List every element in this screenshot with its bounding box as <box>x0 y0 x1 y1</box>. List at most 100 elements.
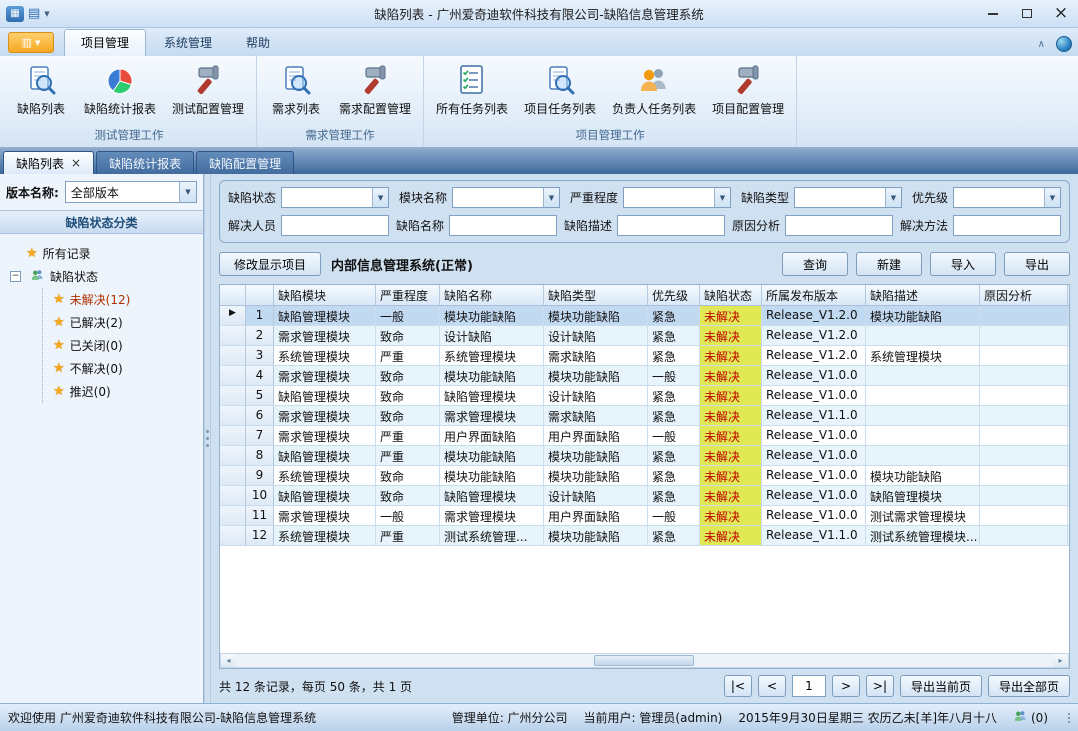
grid-cell[interactable] <box>980 406 1068 426</box>
grid-cell[interactable] <box>1068 406 1069 426</box>
grid-cell[interactable]: 需求管理模块 <box>274 406 376 426</box>
filter-input[interactable] <box>617 215 725 236</box>
grid-cell[interactable]: 需求管理模块 <box>440 506 544 526</box>
chevron-down-icon[interactable]: ▼ <box>714 188 730 207</box>
table-row[interactable]: 9系统管理模块致命模块功能缺陷模块功能缺陷紧急未解决Release_V1.0.0… <box>220 466 1069 486</box>
scroll-left-icon[interactable]: ◂ <box>221 654 236 667</box>
collapse-ribbon-icon[interactable]: ∧ <box>1035 39 1048 50</box>
grid-cell[interactable]: 未解决 <box>700 306 762 326</box>
grid-cell[interactable] <box>980 526 1068 546</box>
table-row[interactable]: 10缺陷管理模块致命缺陷管理模块设计缺陷紧急未解决Release_V1.0.0缺… <box>220 486 1069 506</box>
grid-cell[interactable] <box>980 486 1068 506</box>
grid-cell[interactable]: Release_V1.1.0 <box>762 406 866 426</box>
prev-page-button[interactable]: < <box>758 675 786 697</box>
filter-input[interactable] <box>449 215 557 236</box>
sidebar-splitter[interactable] <box>204 174 211 703</box>
maximize-button[interactable] <box>1010 3 1044 25</box>
table-row[interactable]: ▶1缺陷管理模块一般模块功能缺陷模块功能缺陷紧急未解决Release_V1.2.… <box>220 306 1069 326</box>
grid-cell[interactable]: 需求缺陷 <box>544 346 648 366</box>
grid-cell[interactable]: 系统管理模块 <box>440 346 544 366</box>
layout-icon[interactable]: ▤ <box>28 6 40 22</box>
grid-cell[interactable]: 设计缺陷 <box>440 326 544 346</box>
grid-cell[interactable] <box>866 386 980 406</box>
close-button[interactable]: × <box>1044 3 1078 25</box>
users-icon[interactable] <box>1013 709 1028 726</box>
grid-cell[interactable] <box>980 326 1068 346</box>
filter-input[interactable] <box>785 215 893 236</box>
menu-tab-system-management[interactable]: 系统管理 <box>148 30 228 56</box>
grid-cell[interactable]: 致命 <box>376 486 440 506</box>
doc-tab-defect-config[interactable]: 缺陷配置管理 <box>196 151 294 174</box>
chevron-down-icon[interactable]: ▼ <box>179 182 196 202</box>
column-header[interactable]: 解决方法 <box>1068 285 1070 306</box>
table-row[interactable]: 8缺陷管理模块严重模块功能缺陷模块功能缺陷紧急未解决Release_V1.0.0 <box>220 446 1069 466</box>
column-header[interactable]: 缺陷模块 <box>274 285 376 306</box>
grid-cell[interactable]: 未解决 <box>700 386 762 406</box>
query-button[interactable]: 查询 <box>782 252 848 276</box>
grid-cell[interactable] <box>980 506 1068 526</box>
ribbon-button-req-list[interactable]: 需求列表 <box>261 58 331 119</box>
table-row[interactable]: 3系统管理模块严重系统管理模块需求缺陷紧急未解决Release_V1.2.0系统… <box>220 346 1069 366</box>
grid-cell[interactable] <box>1068 426 1069 446</box>
grid-cell[interactable]: 致命 <box>376 406 440 426</box>
import-button[interactable]: 导入 <box>930 252 996 276</box>
scrollbar-thumb[interactable] <box>594 655 694 666</box>
grid-cell[interactable]: 需求管理模块 <box>274 326 376 346</box>
grid-cell[interactable]: 未解决 <box>700 406 762 426</box>
menu-tab-project-management[interactable]: 项目管理 <box>64 29 146 56</box>
last-page-button[interactable]: >| <box>866 675 894 697</box>
grid-cell[interactable]: 模块功能缺陷 <box>544 306 648 326</box>
grid-cell[interactable]: 模块功能缺陷 <box>440 366 544 386</box>
ribbon-button-project-tasks[interactable]: 项目任务列表 <box>516 58 604 119</box>
grid-cell[interactable]: Release_V1.2.0 <box>762 306 866 326</box>
grid-cell[interactable]: Release_V1.0.0 <box>762 506 866 526</box>
grid-cell[interactable] <box>1068 526 1069 546</box>
grid-cell[interactable]: 设计缺陷 <box>544 486 648 506</box>
grid-cell[interactable]: 未解决 <box>700 446 762 466</box>
grid-cell[interactable]: 致命 <box>376 366 440 386</box>
table-row[interactable]: 5缺陷管理模块致命缺陷管理模块设计缺陷紧急未解决Release_V1.0.0 <box>220 386 1069 406</box>
minimize-button[interactable] <box>976 3 1010 25</box>
grid-cell[interactable]: 需求管理模块 <box>274 506 376 526</box>
grid-cell[interactable]: 未解决 <box>700 526 762 546</box>
tree-item-defect-status[interactable]: − 缺陷状态 <box>4 265 199 288</box>
grid-cell[interactable] <box>980 306 1068 326</box>
export-all-pages-button[interactable]: 导出全部页 <box>988 675 1070 697</box>
column-header[interactable]: 优先级 <box>648 285 700 306</box>
first-page-button[interactable]: |< <box>724 675 752 697</box>
grid-cell[interactable]: 未解决 <box>700 506 762 526</box>
ribbon-button-all-tasks[interactable]: 所有任务列表 <box>428 58 516 119</box>
grid-cell[interactable]: 需求管理模块 <box>274 426 376 446</box>
grid-cell[interactable]: 严重 <box>376 526 440 546</box>
grid-cell[interactable]: 需求管理模块 <box>440 406 544 426</box>
grid-cell[interactable] <box>1068 506 1069 526</box>
grid-cell[interactable]: Release_V1.0.0 <box>762 386 866 406</box>
column-header[interactable]: 缺陷名称 <box>440 285 544 306</box>
collapse-node-icon[interactable]: − <box>10 271 21 282</box>
version-combobox[interactable]: 全部版本 ▼ <box>65 181 197 203</box>
grid-cell[interactable]: 致命 <box>376 466 440 486</box>
page-number-input[interactable] <box>792 675 826 697</box>
grid-cell[interactable] <box>1068 326 1069 346</box>
tree-item-status[interactable]: ★已关闭(0) <box>43 334 199 357</box>
grid-cell[interactable]: 紧急 <box>648 326 700 346</box>
grid-cell[interactable]: 致命 <box>376 386 440 406</box>
filter-input[interactable] <box>281 215 389 236</box>
app-icon[interactable]: ▦ <box>6 6 24 22</box>
filter-combobox[interactable]: ▼ <box>281 187 389 208</box>
column-header[interactable]: 缺陷类型 <box>544 285 648 306</box>
grid-cell[interactable] <box>1068 486 1069 506</box>
grid-cell[interactable]: 严重 <box>376 426 440 446</box>
grid-cell[interactable] <box>980 446 1068 466</box>
grid-cell[interactable]: Release_V1.0.0 <box>762 486 866 506</box>
grid-cell[interactable]: 紧急 <box>648 446 700 466</box>
grid-cell[interactable] <box>980 366 1068 386</box>
table-row[interactable]: 11需求管理模块一般需求管理模块用户界面缺陷一般未解决Release_V1.0.… <box>220 506 1069 526</box>
grid-cell[interactable] <box>866 326 980 346</box>
ribbon-button-req-config[interactable]: 需求配置管理 <box>331 58 419 119</box>
scroll-right-icon[interactable]: ▸ <box>1053 654 1068 667</box>
grid-cell[interactable]: Release_V1.0.0 <box>762 366 866 386</box>
chevron-down-icon[interactable]: ▼ <box>885 188 901 207</box>
grid-cell[interactable]: 未解决 <box>700 346 762 366</box>
grid-cell[interactable]: 一般 <box>648 426 700 446</box>
